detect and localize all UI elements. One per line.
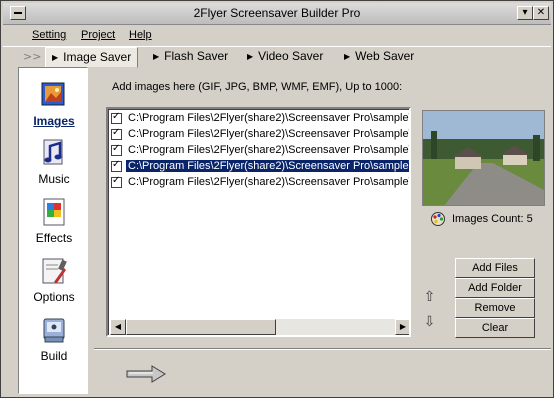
image-file-list[interactable]: C:\Program Files\2Flyer(share2)\Screensa… <box>106 107 411 337</box>
tab-arrow-icon: ▶ <box>247 52 254 61</box>
file-path: C:\Program Files\2Flyer(share2)\Screensa… <box>128 128 410 140</box>
tab-flash-saver[interactable]: ▶ Flash Saver <box>153 49 228 63</box>
music-icon <box>40 138 68 168</box>
tab-arrow-icon: ▶ <box>153 52 160 61</box>
menu-help[interactable]: Help <box>129 29 152 41</box>
sidebar-item-build[interactable]: Build <box>19 315 89 363</box>
move-up-icon[interactable]: ⇧ <box>422 289 437 307</box>
sidebar-item-label: Images <box>33 114 75 128</box>
file-path: C:\Program Files\2Flyer(share2)\Screensa… <box>128 144 410 156</box>
menu-bar: Setting Project Help <box>3 27 551 45</box>
sidebar-item-music[interactable]: Music <box>19 138 89 186</box>
palette-icon <box>430 211 446 227</box>
image-preview <box>422 110 545 206</box>
file-checkbox[interactable] <box>111 175 122 188</box>
file-checkbox[interactable] <box>111 127 122 140</box>
menu-project[interactable]: Project <box>81 29 115 41</box>
main-panel: Add images here (GIF, JPG, BMP, WMF, EMF… <box>94 67 551 394</box>
file-path: C:\Program Files\2Flyer(share2)\Screensa… <box>124 159 409 173</box>
scroll-right-icon[interactable]: ▶ <box>395 319 409 335</box>
title-bar[interactable]: 2Flyer Screensaver Builder Pro ▾ ✕ <box>3 3 551 25</box>
sidebar-item-effects[interactable]: Effects <box>19 197 89 245</box>
scroll-left-icon[interactable]: ◀ <box>110 319 126 335</box>
sidebar-item-label: Music <box>38 172 70 186</box>
move-down-icon[interactable]: ⇩ <box>422 314 437 332</box>
images-icon <box>40 80 68 110</box>
sidebar-item-label: Build <box>40 349 68 363</box>
horizontal-scrollbar[interactable]: ◀ ▶ <box>110 319 409 335</box>
options-icon <box>40 256 68 286</box>
tab-chevron-icon[interactable]: >> <box>23 50 41 63</box>
sidebar: Images Music Effects Options Build <box>18 67 88 394</box>
list-item[interactable]: C:\Program Files\2Flyer(share2)\Screensa… <box>110 127 410 143</box>
menu-setting[interactable]: Setting <box>32 29 66 41</box>
app-window: 2Flyer Screensaver Builder Pro ▾ ✕ Setti… <box>0 0 554 398</box>
file-path: C:\Program Files\2Flyer(share2)\Screensa… <box>128 112 410 124</box>
list-item-selected[interactable]: C:\Program Files\2Flyer(share2)\Screensa… <box>110 159 409 175</box>
clear-button[interactable]: Clear <box>455 318 535 338</box>
tab-arrow-icon: ▶ <box>52 53 59 62</box>
list-item[interactable]: C:\Program Files\2Flyer(share2)\Screensa… <box>110 111 410 127</box>
instruction-text: Add images here (GIF, JPG, BMP, WMF, EMF… <box>112 81 403 93</box>
tab-bar: >> ▶ Image Saver ▶ Flash Saver ▶ Video Save… <box>3 46 551 68</box>
file-path: C:\Program Files\2Flyer(share2)\Screensa… <box>128 176 410 188</box>
tab-image-saver[interactable]: ▶ Image Saver <box>45 47 139 68</box>
close-button[interactable]: ✕ <box>533 6 549 20</box>
minimize-button[interactable]: ▾ <box>517 6 533 20</box>
images-count: Images Count: 5 <box>430 211 533 227</box>
tab-video-saver[interactable]: ▶ Video Saver <box>247 49 323 63</box>
tab-arrow-icon: ▶ <box>344 52 351 61</box>
next-arrow-icon[interactable] <box>126 365 166 386</box>
add-folder-button[interactable]: Add Folder <box>455 278 535 298</box>
sidebar-item-label: Effects <box>35 231 73 245</box>
list-item[interactable]: C:\Program Files\2Flyer(share2)\Screensa… <box>110 143 410 159</box>
images-count-label: Images Count: 5 <box>452 213 533 225</box>
file-checkbox[interactable] <box>111 159 122 172</box>
divider <box>94 348 551 350</box>
remove-button[interactable]: Remove <box>455 298 535 318</box>
build-icon <box>40 315 68 345</box>
window-title: 2Flyer Screensaver Builder Pro <box>193 6 361 20</box>
sidebar-item-label: Options <box>33 290 75 304</box>
effects-icon <box>40 197 68 227</box>
sidebar-item-images[interactable]: Images <box>19 80 89 128</box>
tab-web-saver[interactable]: ▶ Web Saver <box>344 49 414 63</box>
scroll-thumb[interactable] <box>126 319 276 335</box>
add-files-button[interactable]: Add Files <box>455 258 535 278</box>
file-checkbox[interactable] <box>111 143 122 156</box>
file-checkbox[interactable] <box>111 111 122 124</box>
sidebar-item-options[interactable]: Options <box>19 256 89 304</box>
list-item[interactable]: C:\Program Files\2Flyer(share2)\Screensa… <box>110 175 410 191</box>
